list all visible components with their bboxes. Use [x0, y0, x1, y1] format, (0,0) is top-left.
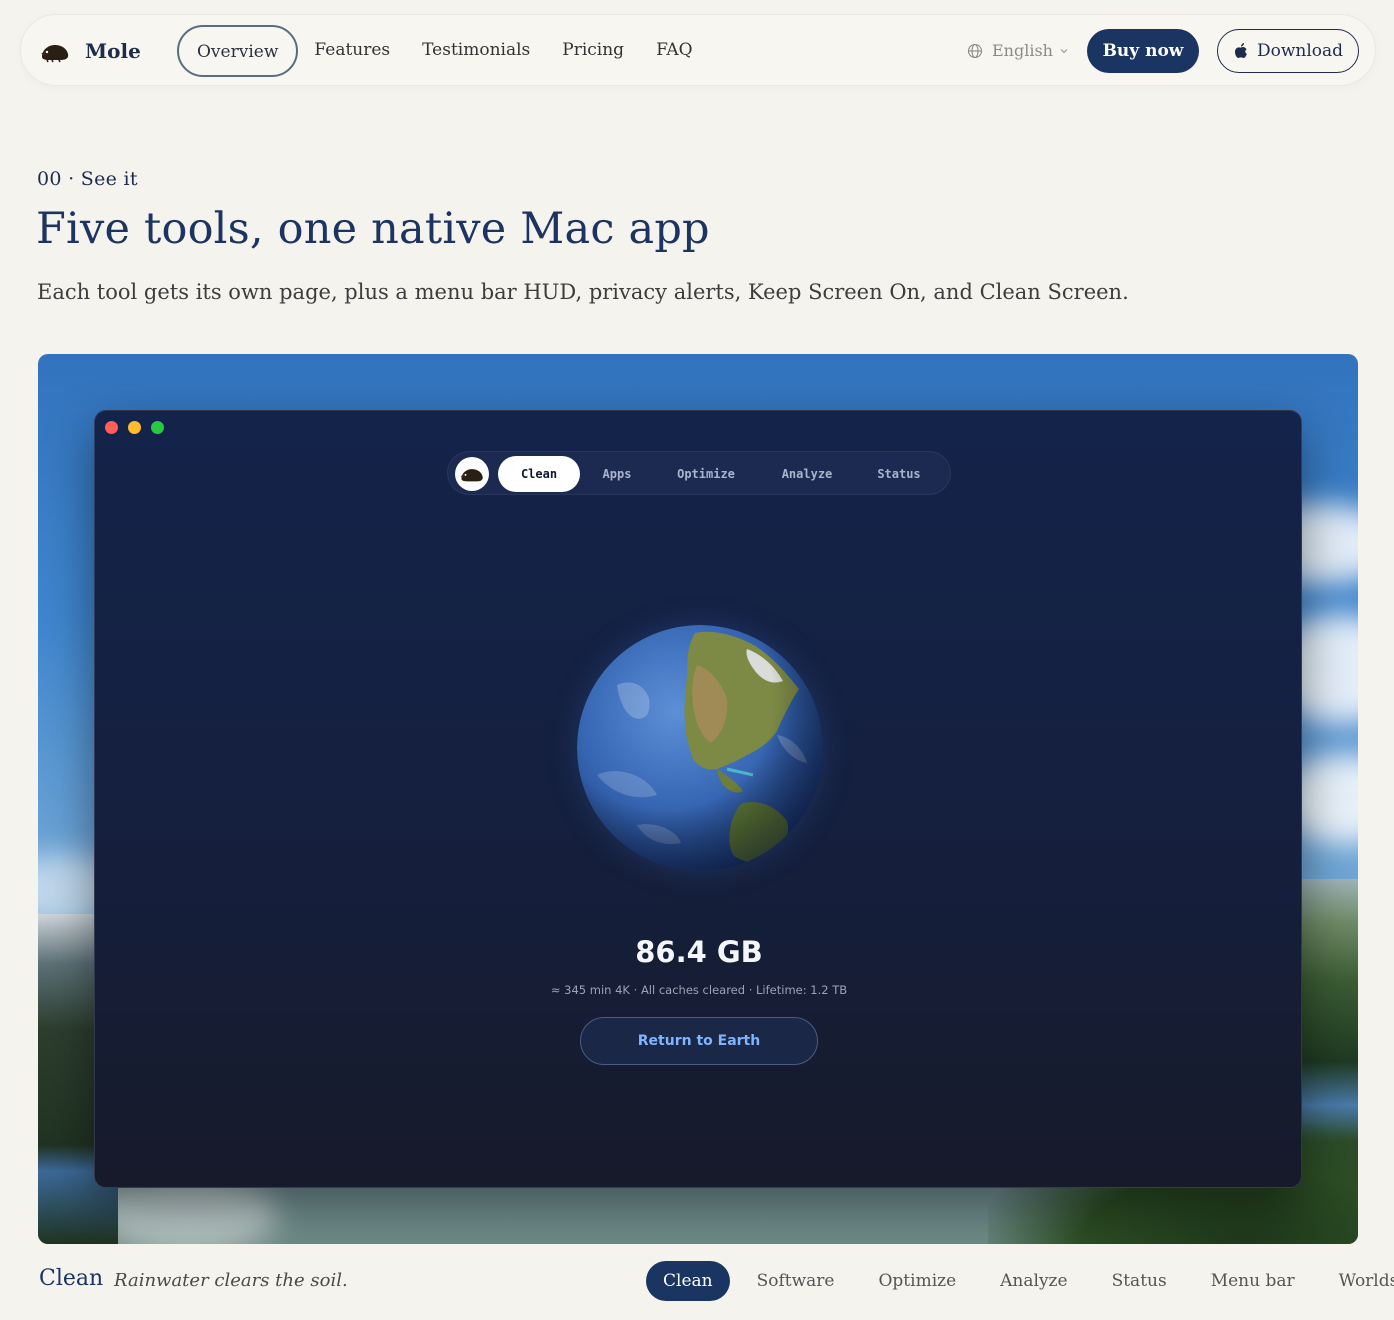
app-window: Clean Apps Optimize Analyze Status 86.4 … — [94, 410, 1302, 1188]
tool-tabs: Clean Software Optimize Analyze Status M… — [646, 1261, 1394, 1301]
current-tool-name: Clean — [39, 1266, 104, 1291]
buy-now-button[interactable]: Buy now — [1087, 29, 1199, 73]
mole-icon — [460, 469, 483, 482]
mole-icon — [41, 45, 69, 63]
chevron-down-icon — [1060, 48, 1068, 53]
earth-globe — [577, 625, 823, 871]
globe-icon — [967, 43, 983, 58]
close-window-button[interactable] — [105, 421, 118, 434]
freed-space-detail: ≈ 345 min 4K · All caches cleared · Life… — [550, 983, 848, 997]
app-tab-status[interactable]: Status — [862, 456, 936, 492]
freed-space-value: 86.4 GB — [635, 935, 763, 969]
language-selector[interactable]: English — [967, 41, 1078, 60]
zoom-window-button[interactable] — [151, 421, 164, 434]
nav-links: Overview Features Testimonials Pricing F… — [177, 25, 709, 77]
download-label: Download — [1256, 41, 1344, 61]
section-eyebrow: 00 · See it — [37, 168, 138, 190]
current-tool-tagline: Rainwater clears the soil. — [114, 1270, 348, 1291]
nav-link-faq[interactable]: FAQ — [640, 25, 709, 77]
brand[interactable]: Mole — [39, 35, 141, 67]
apple-icon — [1234, 43, 1247, 58]
tool-tab-optimize[interactable]: Optimize — [861, 1261, 973, 1301]
nav-link-pricing[interactable]: Pricing — [546, 25, 640, 77]
return-to-earth-button[interactable]: Return to Earth — [580, 1017, 818, 1065]
app-tab-analyze[interactable]: Analyze — [766, 456, 848, 492]
app-tab-apps[interactable]: Apps — [586, 456, 648, 492]
download-button[interactable]: Download — [1217, 29, 1359, 73]
tool-tab-status[interactable]: Status — [1095, 1261, 1184, 1301]
tool-tab-clean[interactable]: Clean — [646, 1261, 730, 1301]
nav-link-features[interactable]: Features — [298, 25, 406, 77]
app-tab-clean[interactable]: Clean — [498, 456, 580, 492]
minimize-window-button[interactable] — [128, 421, 141, 434]
app-tab-bar: Clean Apps Optimize Analyze Status — [447, 451, 951, 495]
language-label: English — [992, 41, 1053, 60]
nav-link-testimonials[interactable]: Testimonials — [406, 25, 546, 77]
tool-tab-worlds[interactable]: Worlds — [1322, 1261, 1394, 1301]
app-tab-optimize[interactable]: Optimize — [662, 456, 750, 492]
page-title: Five tools, one native Mac app — [36, 204, 710, 254]
tool-tab-menu-bar[interactable]: Menu bar — [1194, 1261, 1312, 1301]
brand-name: Mole — [85, 39, 141, 63]
tool-tab-software[interactable]: Software — [740, 1261, 852, 1301]
tool-tab-analyze[interactable]: Analyze — [983, 1261, 1084, 1301]
top-nav: Mole Overview Features Testimonials Pric… — [20, 14, 1376, 86]
app-avatar[interactable] — [455, 457, 489, 491]
page-subtitle: Each tool gets its own page, plus a menu… — [37, 280, 1129, 304]
app-showcase: Clean Apps Optimize Analyze Status 86.4 … — [38, 354, 1358, 1244]
nav-link-overview[interactable]: Overview — [177, 25, 299, 77]
